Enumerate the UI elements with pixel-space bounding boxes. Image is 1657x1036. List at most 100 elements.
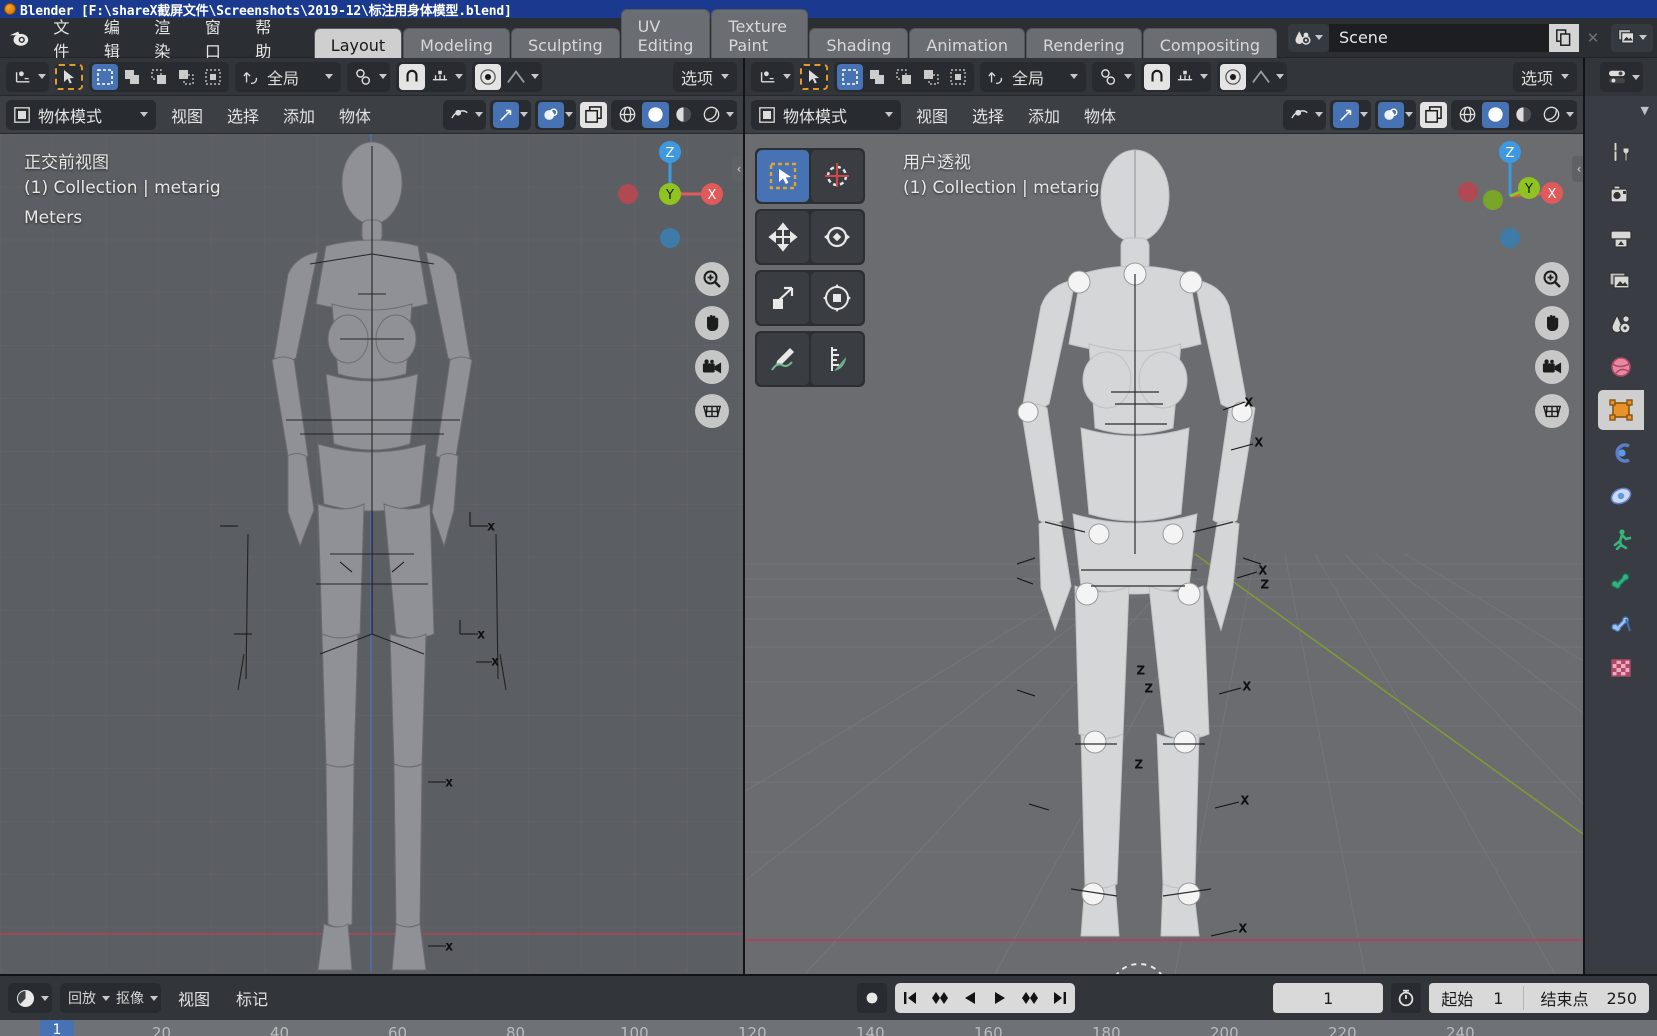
viewport-right-menu-select[interactable]: 选择	[963, 99, 1013, 131]
proportional-edit-icon[interactable]	[1220, 63, 1247, 90]
remove-scene-button[interactable]: ✕	[1579, 24, 1607, 52]
magnet-icon[interactable]	[399, 63, 426, 90]
prev-keyframe-icon[interactable]	[925, 983, 955, 1013]
view-layer-browse-icon[interactable]	[1611, 23, 1653, 52]
pan-hand-icon[interactable]	[695, 306, 729, 340]
jump-start-icon[interactable]	[895, 983, 925, 1013]
viewport-left-menu-view[interactable]: 视图	[162, 99, 212, 131]
timeline-editor-type[interactable]	[8, 983, 52, 1013]
zoom-icon[interactable]	[1535, 262, 1569, 296]
new-scene-button[interactable]	[1549, 23, 1579, 52]
gizmo-icon[interactable]	[1333, 101, 1359, 128]
camera-icon[interactable]	[695, 350, 729, 384]
solid-icon[interactable]	[1482, 101, 1509, 128]
camera-icon[interactable]	[1535, 350, 1569, 384]
eye-icon[interactable]	[446, 102, 474, 128]
move-tool[interactable]	[757, 211, 809, 263]
viewport-left-menu-select[interactable]: 选择	[218, 99, 268, 131]
editor-type-icon[interactable]	[754, 64, 782, 90]
tool-tab[interactable]	[1598, 132, 1644, 172]
viewport-right-menu-add[interactable]: 添加	[1019, 99, 1069, 131]
output-tab[interactable]	[1598, 218, 1644, 258]
viewport-right-menu-object[interactable]: 物体	[1075, 99, 1125, 131]
select-intersect-icon[interactable]	[945, 64, 971, 90]
gizmo-group[interactable]	[490, 99, 531, 130]
x-ray-icon[interactable]	[1420, 101, 1447, 128]
viewport-right-canvas[interactable]: X X X Z Z Z Z X X X 用户透视 (1) Collection …	[745, 134, 1583, 974]
wireframe-icon[interactable]	[614, 102, 641, 128]
cursor-tool[interactable]	[811, 150, 863, 202]
select-extend-icon[interactable]	[119, 64, 145, 90]
overlays-group-right[interactable]	[1375, 99, 1416, 130]
render-tab[interactable]	[1598, 175, 1644, 215]
falloff-curve-icon[interactable]	[1247, 64, 1275, 90]
select-intersect-icon[interactable]	[200, 64, 226, 90]
pan-hand-icon[interactable]	[1535, 306, 1569, 340]
object-mode-dropdown[interactable]: 物体模式	[6, 99, 156, 130]
x-ray-icon[interactable]	[580, 101, 607, 128]
material-preview-icon[interactable]	[1510, 102, 1537, 128]
solid-icon[interactable]	[642, 101, 669, 128]
magnet-icon[interactable]	[1144, 63, 1171, 90]
texture-tab[interactable]	[1598, 648, 1644, 688]
tab-uv-editing[interactable]: UV Editing	[620, 9, 711, 63]
constraints-tab[interactable]	[1598, 519, 1644, 559]
jump-end-icon[interactable]	[1045, 983, 1075, 1013]
viewport-left-sidebar-toggle[interactable]: ‹	[732, 156, 743, 182]
playback-dropdown[interactable]: 回放	[63, 985, 101, 1011]
object-mode-dropdown-right[interactable]: 物体模式	[751, 99, 901, 130]
select-box-icon[interactable]	[837, 63, 863, 90]
timeline-playhead[interactable]: 1	[40, 1020, 74, 1036]
properties-editor-icon[interactable]	[1603, 64, 1631, 90]
select-invert-icon[interactable]	[918, 64, 944, 90]
viewport-left-nav-gizmo[interactable]: Z X Y	[615, 134, 725, 254]
zoom-icon[interactable]	[695, 262, 729, 296]
record-icon[interactable]	[857, 983, 888, 1013]
timeline-menu-view[interactable]: 视图	[169, 982, 219, 1014]
select-invert-icon[interactable]	[173, 64, 199, 90]
timeline-clock-icon[interactable]	[11, 985, 40, 1011]
viewport-right-nav-gizmo[interactable]: Z X Y	[1455, 134, 1565, 254]
select-box-icon[interactable]	[92, 63, 118, 90]
visibility-group[interactable]	[443, 99, 486, 130]
gizmo-icon[interactable]	[493, 101, 519, 128]
rendered-icon[interactable]	[1538, 102, 1565, 128]
transform-tool[interactable]	[811, 272, 863, 324]
tweak-tool-icon[interactable]	[55, 63, 83, 90]
rendered-icon[interactable]	[698, 102, 725, 128]
scene-browse-icon[interactable]	[1288, 23, 1329, 52]
viewport-right-sidebar-toggle[interactable]: ‹	[1572, 156, 1583, 182]
pivot-point-group[interactable]	[347, 61, 391, 92]
material-preview-icon[interactable]	[670, 102, 697, 128]
tweak-select-box-tool[interactable]	[757, 150, 809, 202]
properties-collapse-row[interactable]: ▼	[1585, 96, 1657, 124]
select-extend-icon[interactable]	[864, 64, 890, 90]
object-tab[interactable]	[1598, 390, 1644, 430]
blender-app-icon[interactable]	[0, 18, 37, 57]
overlays-icon[interactable]	[1378, 101, 1404, 128]
overlays-icon[interactable]	[538, 101, 564, 128]
viewport-right-menu-view[interactable]: 视图	[907, 99, 957, 131]
timeline-ruler[interactable]: 1 20 40 60 80 100 120 140 160 180 200 22…	[0, 1020, 1657, 1036]
current-frame-field[interactable]: 1	[1273, 983, 1384, 1013]
wireframe-icon[interactable]	[1454, 102, 1481, 128]
visibility-group-right[interactable]	[1283, 99, 1326, 130]
select-subtract-icon[interactable]	[146, 64, 172, 90]
snap-target-icon[interactable]	[426, 64, 454, 90]
pivot-point-group-right[interactable]	[1092, 61, 1136, 92]
modifiers-tab[interactable]	[1598, 433, 1644, 473]
gizmo-group-right[interactable]	[1330, 99, 1371, 130]
viewport-left-canvas[interactable]: X X X X X 正交前视图 (1) Collection | metarig…	[0, 134, 743, 974]
pivot-point-icon[interactable]	[350, 64, 378, 90]
viewport-left-menu-object[interactable]: 物体	[330, 99, 380, 131]
keying-dropdown[interactable]: 抠像	[111, 985, 149, 1011]
bone-constraint-tab[interactable]	[1598, 605, 1644, 645]
play-reverse-icon[interactable]	[955, 983, 985, 1013]
viewport-left-menu-add[interactable]: 添加	[274, 99, 324, 131]
scene-tab[interactable]	[1598, 304, 1644, 344]
physics-tab[interactable]	[1598, 476, 1644, 516]
tweak-tool-icon[interactable]	[800, 63, 828, 90]
proportional-edit-icon[interactable]	[475, 63, 502, 90]
viewlayer-tab[interactable]	[1598, 261, 1644, 301]
play-icon[interactable]	[985, 983, 1015, 1013]
